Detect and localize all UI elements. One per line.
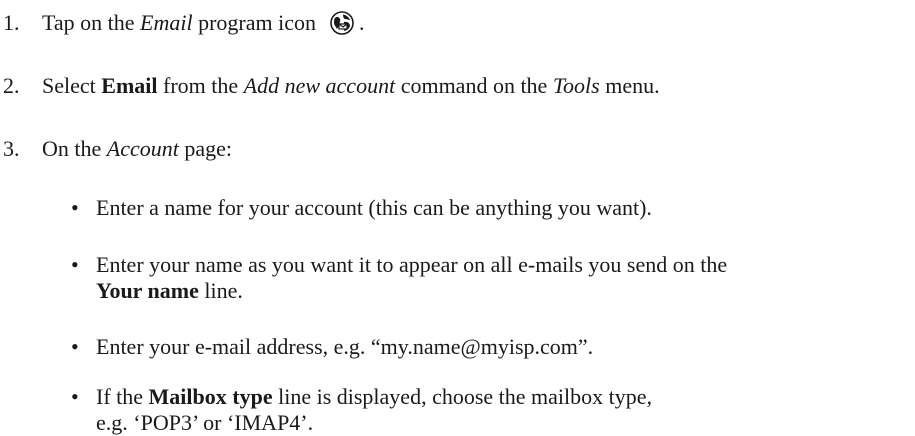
bullet-text: Enter your e-mail address, e.g. “my.name…: [96, 334, 594, 359]
bullet-glyph: •: [71, 384, 79, 409]
step-number: 1.: [3, 10, 20, 35]
bullet-text: Enter a name for your account (this can …: [96, 195, 652, 220]
step-number: 3.: [3, 136, 20, 161]
step-text: On the Account page:: [42, 136, 233, 161]
step-text: Tap on the Email program icon .: [42, 10, 365, 35]
email-globe-icon: [330, 11, 354, 35]
bullet-glyph: •: [71, 195, 79, 220]
step-text: Select Email from the Add new account co…: [42, 73, 660, 98]
bullet-glyph: •: [71, 252, 79, 277]
bullet-text: Enter your name as you want it to appear…: [96, 252, 728, 303]
bullet-text: If the Mailbox type line is displayed, c…: [96, 384, 653, 435]
bullet-glyph: •: [71, 334, 79, 359]
step-number: 2.: [3, 73, 20, 98]
